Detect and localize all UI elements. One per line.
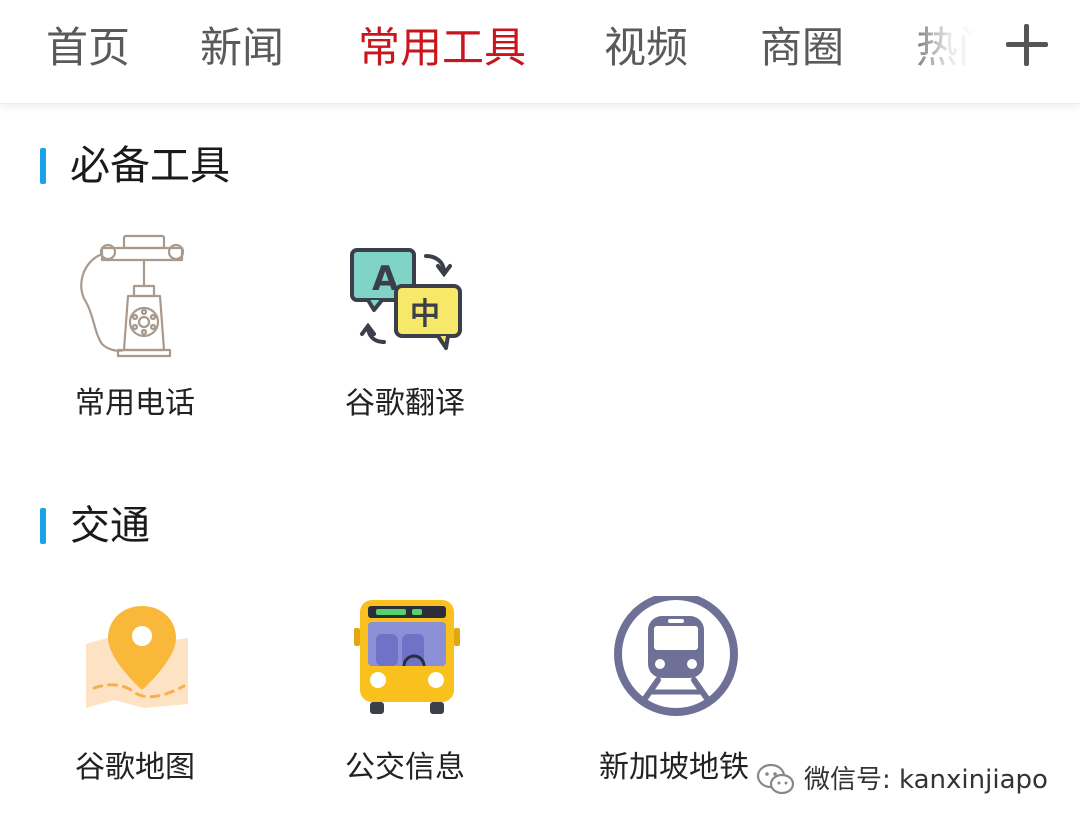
section-accent-bar: [40, 148, 46, 184]
top-nav-bar: 首页 新闻 常用工具 视频 商圈 热门: [0, 0, 1080, 104]
section-title-essential-tools: 必备工具: [40, 142, 230, 190]
watermark-text: 微信号: kanxinjiapo: [804, 765, 1048, 795]
tool-label: 谷歌翻译: [345, 386, 465, 421]
section-accent-bar: [40, 508, 46, 544]
section-title-text: 必备工具: [70, 143, 230, 189]
tool-label: 公交信息: [345, 750, 465, 785]
tab-common-tools[interactable]: 常用工具: [358, 18, 526, 78]
metro-train-icon: [610, 596, 750, 736]
tool-label: 谷歌地图: [75, 750, 195, 785]
wechat-icon: [756, 763, 795, 795]
map-pin-icon: [72, 596, 212, 736]
svg-text:中: 中: [410, 297, 440, 332]
translate-icon: A 中: [342, 232, 482, 372]
tab-news[interactable]: 新闻: [200, 18, 284, 78]
section-title-text: 交通: [70, 503, 150, 549]
tab-home[interactable]: 首页: [46, 18, 130, 78]
bus-icon: [342, 596, 482, 736]
tool-label: 新加坡地铁: [599, 750, 749, 785]
plus-icon[interactable]: [1002, 20, 1052, 70]
tab-overflow-fade: [905, 0, 1015, 100]
tab-video[interactable]: 视频: [604, 18, 688, 78]
section-title-transport: 交通: [40, 502, 150, 550]
tool-label: 常用电话: [75, 386, 195, 421]
telephone-icon: [72, 232, 212, 372]
tab-business[interactable]: 商圈: [760, 18, 844, 78]
